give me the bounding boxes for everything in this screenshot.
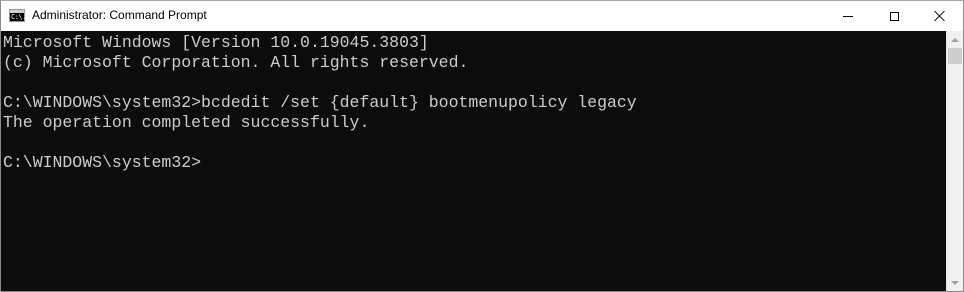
console-output[interactable]: Microsoft Windows [Version 10.0.19045.38…	[1, 31, 946, 291]
cmd-app-icon[interactable]: C:\.	[9, 9, 26, 22]
close-icon	[934, 10, 946, 22]
console-prompt: C:\WINDOWS\system32>	[3, 153, 202, 172]
maximize-icon	[889, 11, 899, 21]
minimize-button[interactable]	[825, 1, 871, 31]
vertical-scrollbar[interactable]	[946, 31, 963, 291]
title-bar[interactable]: C:\. Administrator: Command Prompt	[1, 1, 963, 31]
minimize-icon	[843, 15, 853, 17]
chevron-up-icon	[951, 37, 959, 42]
console-line: Microsoft Windows [Version 10.0.19045.38…	[3, 33, 429, 52]
console-line: (c) Microsoft Corporation. All rights re…	[3, 53, 469, 72]
chevron-down-icon	[951, 280, 959, 285]
window-title: Administrator: Command Prompt	[32, 8, 207, 22]
console-line: C:\WINDOWS\system32>bcdedit /set {defaul…	[3, 93, 637, 112]
maximize-button[interactable]	[871, 1, 917, 31]
command-prompt-window: C:\. Administrator: Command Prompt Micro…	[0, 0, 964, 292]
cmd-icon-glyph: C:\.	[11, 13, 26, 21]
scroll-down-button[interactable]	[947, 274, 963, 291]
close-button[interactable]	[917, 1, 963, 31]
scrollbar-thumb[interactable]	[948, 48, 962, 64]
scroll-up-button[interactable]	[947, 31, 963, 48]
console-line: The operation completed successfully.	[3, 113, 370, 132]
